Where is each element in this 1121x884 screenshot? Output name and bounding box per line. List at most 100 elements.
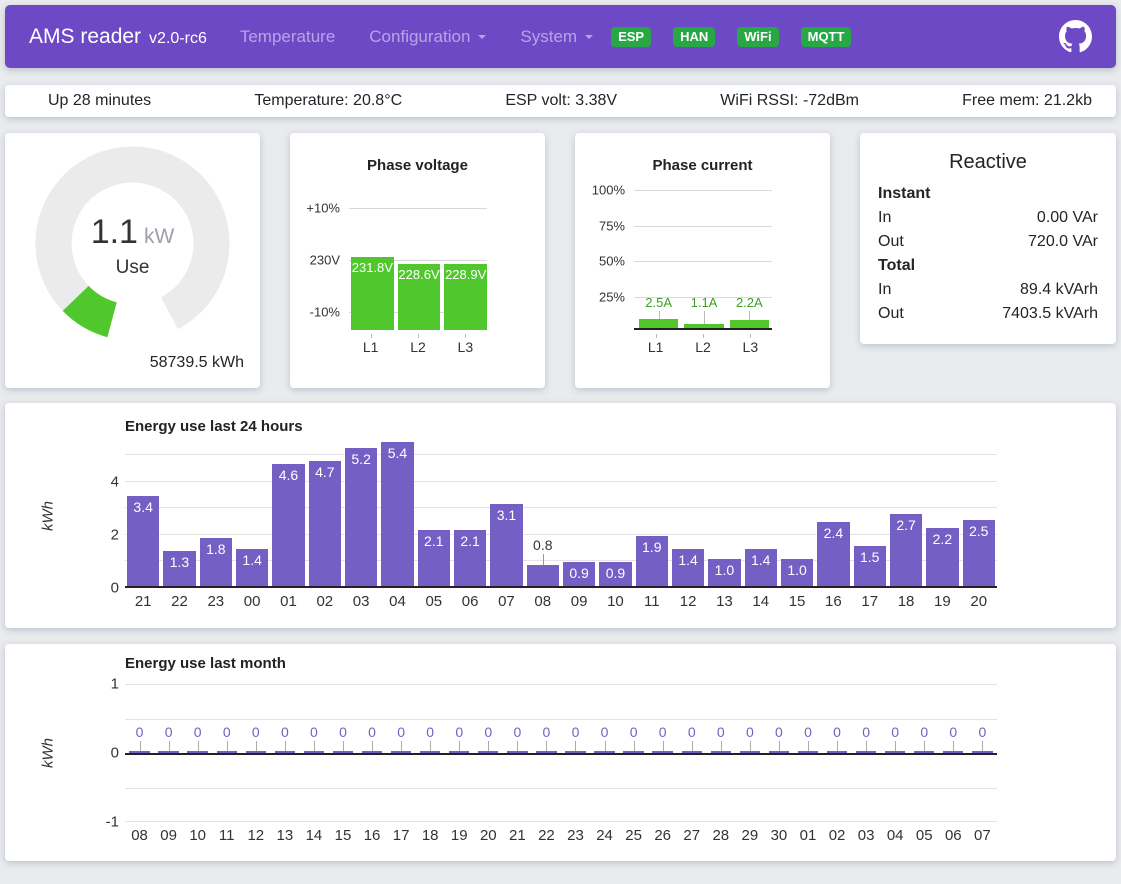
label-leader-line	[459, 741, 460, 751]
bar-slot: 0	[328, 684, 357, 822]
bar: 2.4	[817, 522, 849, 586]
axis-tick	[465, 334, 466, 338]
x-tick-label: 01	[793, 827, 822, 844]
bar-group: 231.8V228.6V228.9V	[351, 208, 487, 330]
y-tick-label: 2	[97, 526, 119, 543]
bar-value-label: 228.9V	[444, 267, 487, 282]
label-leader-line	[430, 741, 431, 751]
x-tick-label: 20	[961, 593, 997, 610]
phase-voltage-xlabels: L1L2L3	[349, 334, 487, 355]
bar-slot: 0	[968, 684, 997, 822]
bar-slot: 5.2	[343, 442, 379, 588]
nav-item-system[interactable]: System	[520, 27, 593, 47]
bar-value-label: 0	[299, 724, 328, 740]
chevron-down-icon	[478, 35, 486, 43]
x-tick-label: 05	[910, 827, 939, 844]
gauge-value: 1.1	[91, 213, 138, 252]
bar-value-label: 0	[445, 724, 474, 740]
energy-24h-xlabels: 2122230001020304050607080910111213141516…	[125, 593, 997, 610]
bar-slot: 0	[910, 684, 939, 822]
bar-value-label: 1.3	[163, 554, 195, 570]
status-bar: Up 28 minutesTemperature: 20.8°CESP volt…	[5, 85, 1116, 117]
bar-value-label: 1.1A	[681, 295, 726, 310]
nav-item-temperature[interactable]: Temperature	[240, 27, 335, 47]
x-tick-label: 16	[815, 593, 851, 610]
y-tick-label: 1	[95, 676, 119, 693]
reactive-card: Reactive InstantIn0.00 VArOut720.0 VArTo…	[860, 133, 1116, 344]
status-badge-mqtt: MQTT	[801, 27, 852, 47]
bar-slot: 1.0	[779, 442, 815, 588]
bar: 2.5	[963, 520, 995, 587]
x-tick-label: 23	[561, 827, 590, 844]
power-gauge: 1.1 kW Use	[35, 146, 230, 341]
bar-slot: 0	[852, 684, 881, 822]
reactive-row-label: Out	[878, 302, 904, 326]
bar-value-label: 2.2A	[727, 295, 772, 310]
bar-slot: 0	[270, 684, 299, 822]
bar-slot: 1.4	[670, 442, 706, 588]
zero-bar	[594, 751, 614, 753]
bar-slot: 0	[503, 684, 532, 822]
zero-bar	[972, 751, 992, 753]
nav-item-configuration[interactable]: Configuration	[369, 27, 486, 47]
bar-value-label: 1.4	[672, 552, 704, 568]
phase-voltage-plot: +10%230V-10%231.8V228.6V228.9V	[349, 208, 487, 330]
x-tick-label: 20	[474, 827, 503, 844]
x-tick-label: 18	[416, 827, 445, 844]
bar	[639, 319, 678, 328]
zero-bar	[362, 751, 382, 753]
y-tick-label: 100%	[575, 183, 625, 198]
x-tick-label: 12	[670, 593, 706, 610]
zero-bar	[623, 751, 643, 753]
bar-slot: 1.5	[852, 442, 888, 588]
bar-value-label: 0	[590, 724, 619, 740]
x-tick-label: 18	[888, 593, 924, 610]
label-leader-line	[953, 741, 954, 751]
reactive-row: In0.00 VAr	[878, 206, 1098, 230]
x-tick-label: 19	[924, 593, 960, 610]
label-leader-line	[546, 741, 547, 751]
brand-link[interactable]: AMS reader v2.0-rc6	[29, 25, 207, 49]
bar-slot: 2.1	[416, 442, 452, 588]
github-link[interactable]	[1059, 20, 1092, 53]
axis-tick	[750, 334, 751, 338]
x-tick-label: 10	[597, 593, 633, 610]
bar: 1.4	[745, 549, 777, 586]
nav-item-label: Temperature	[240, 27, 335, 47]
bar: 2.2	[926, 528, 958, 587]
bar-slot: 0	[619, 684, 648, 822]
x-tick-label: 27	[677, 827, 706, 844]
bar-value-label: 0	[648, 724, 677, 740]
x-tick-label: 26	[648, 827, 677, 844]
bar-value-label: 2.7	[890, 517, 922, 533]
x-tick-label: 00	[234, 593, 270, 610]
bar-value-label: 0	[183, 724, 212, 740]
bar-slot: 0	[387, 684, 416, 822]
zero-bar	[129, 751, 149, 753]
bar: 1.3	[163, 551, 195, 586]
label-leader-line	[488, 741, 489, 751]
bar-value-label: 5.4	[381, 445, 413, 461]
x-tick-label: 21	[125, 593, 161, 610]
bar-slot: 0	[648, 684, 677, 822]
label-leader-line	[808, 741, 809, 751]
label-leader-line	[692, 741, 693, 751]
bar-slot: 3.4	[125, 442, 161, 588]
x-tick-label: 09	[154, 827, 183, 844]
bar: 2.1	[454, 530, 486, 586]
reactive-row: In89.4 kVArh	[878, 278, 1098, 302]
label-leader-line	[704, 311, 705, 324]
label-leader-line	[605, 741, 606, 751]
zero-bar	[449, 751, 469, 753]
energy-24h-plot: 0243.41.31.81.44.64.75.25.42.12.13.10.80…	[125, 442, 997, 588]
bar-value-label: 2.5	[963, 523, 995, 539]
x-tick-label: 23	[198, 593, 234, 610]
reactive-row-value: 7403.5 kVArh	[1002, 302, 1098, 326]
y-tick-label: 75%	[575, 218, 625, 233]
energy-month-plot: 10-1000000000000000000000000000000	[125, 684, 997, 822]
x-tick-label: 07	[968, 827, 997, 844]
x-tick-label: 13	[270, 827, 299, 844]
bar-value-label: 0.9	[599, 565, 631, 581]
bar-value-label: 0	[270, 724, 299, 740]
nav-item-label: System	[520, 27, 577, 47]
